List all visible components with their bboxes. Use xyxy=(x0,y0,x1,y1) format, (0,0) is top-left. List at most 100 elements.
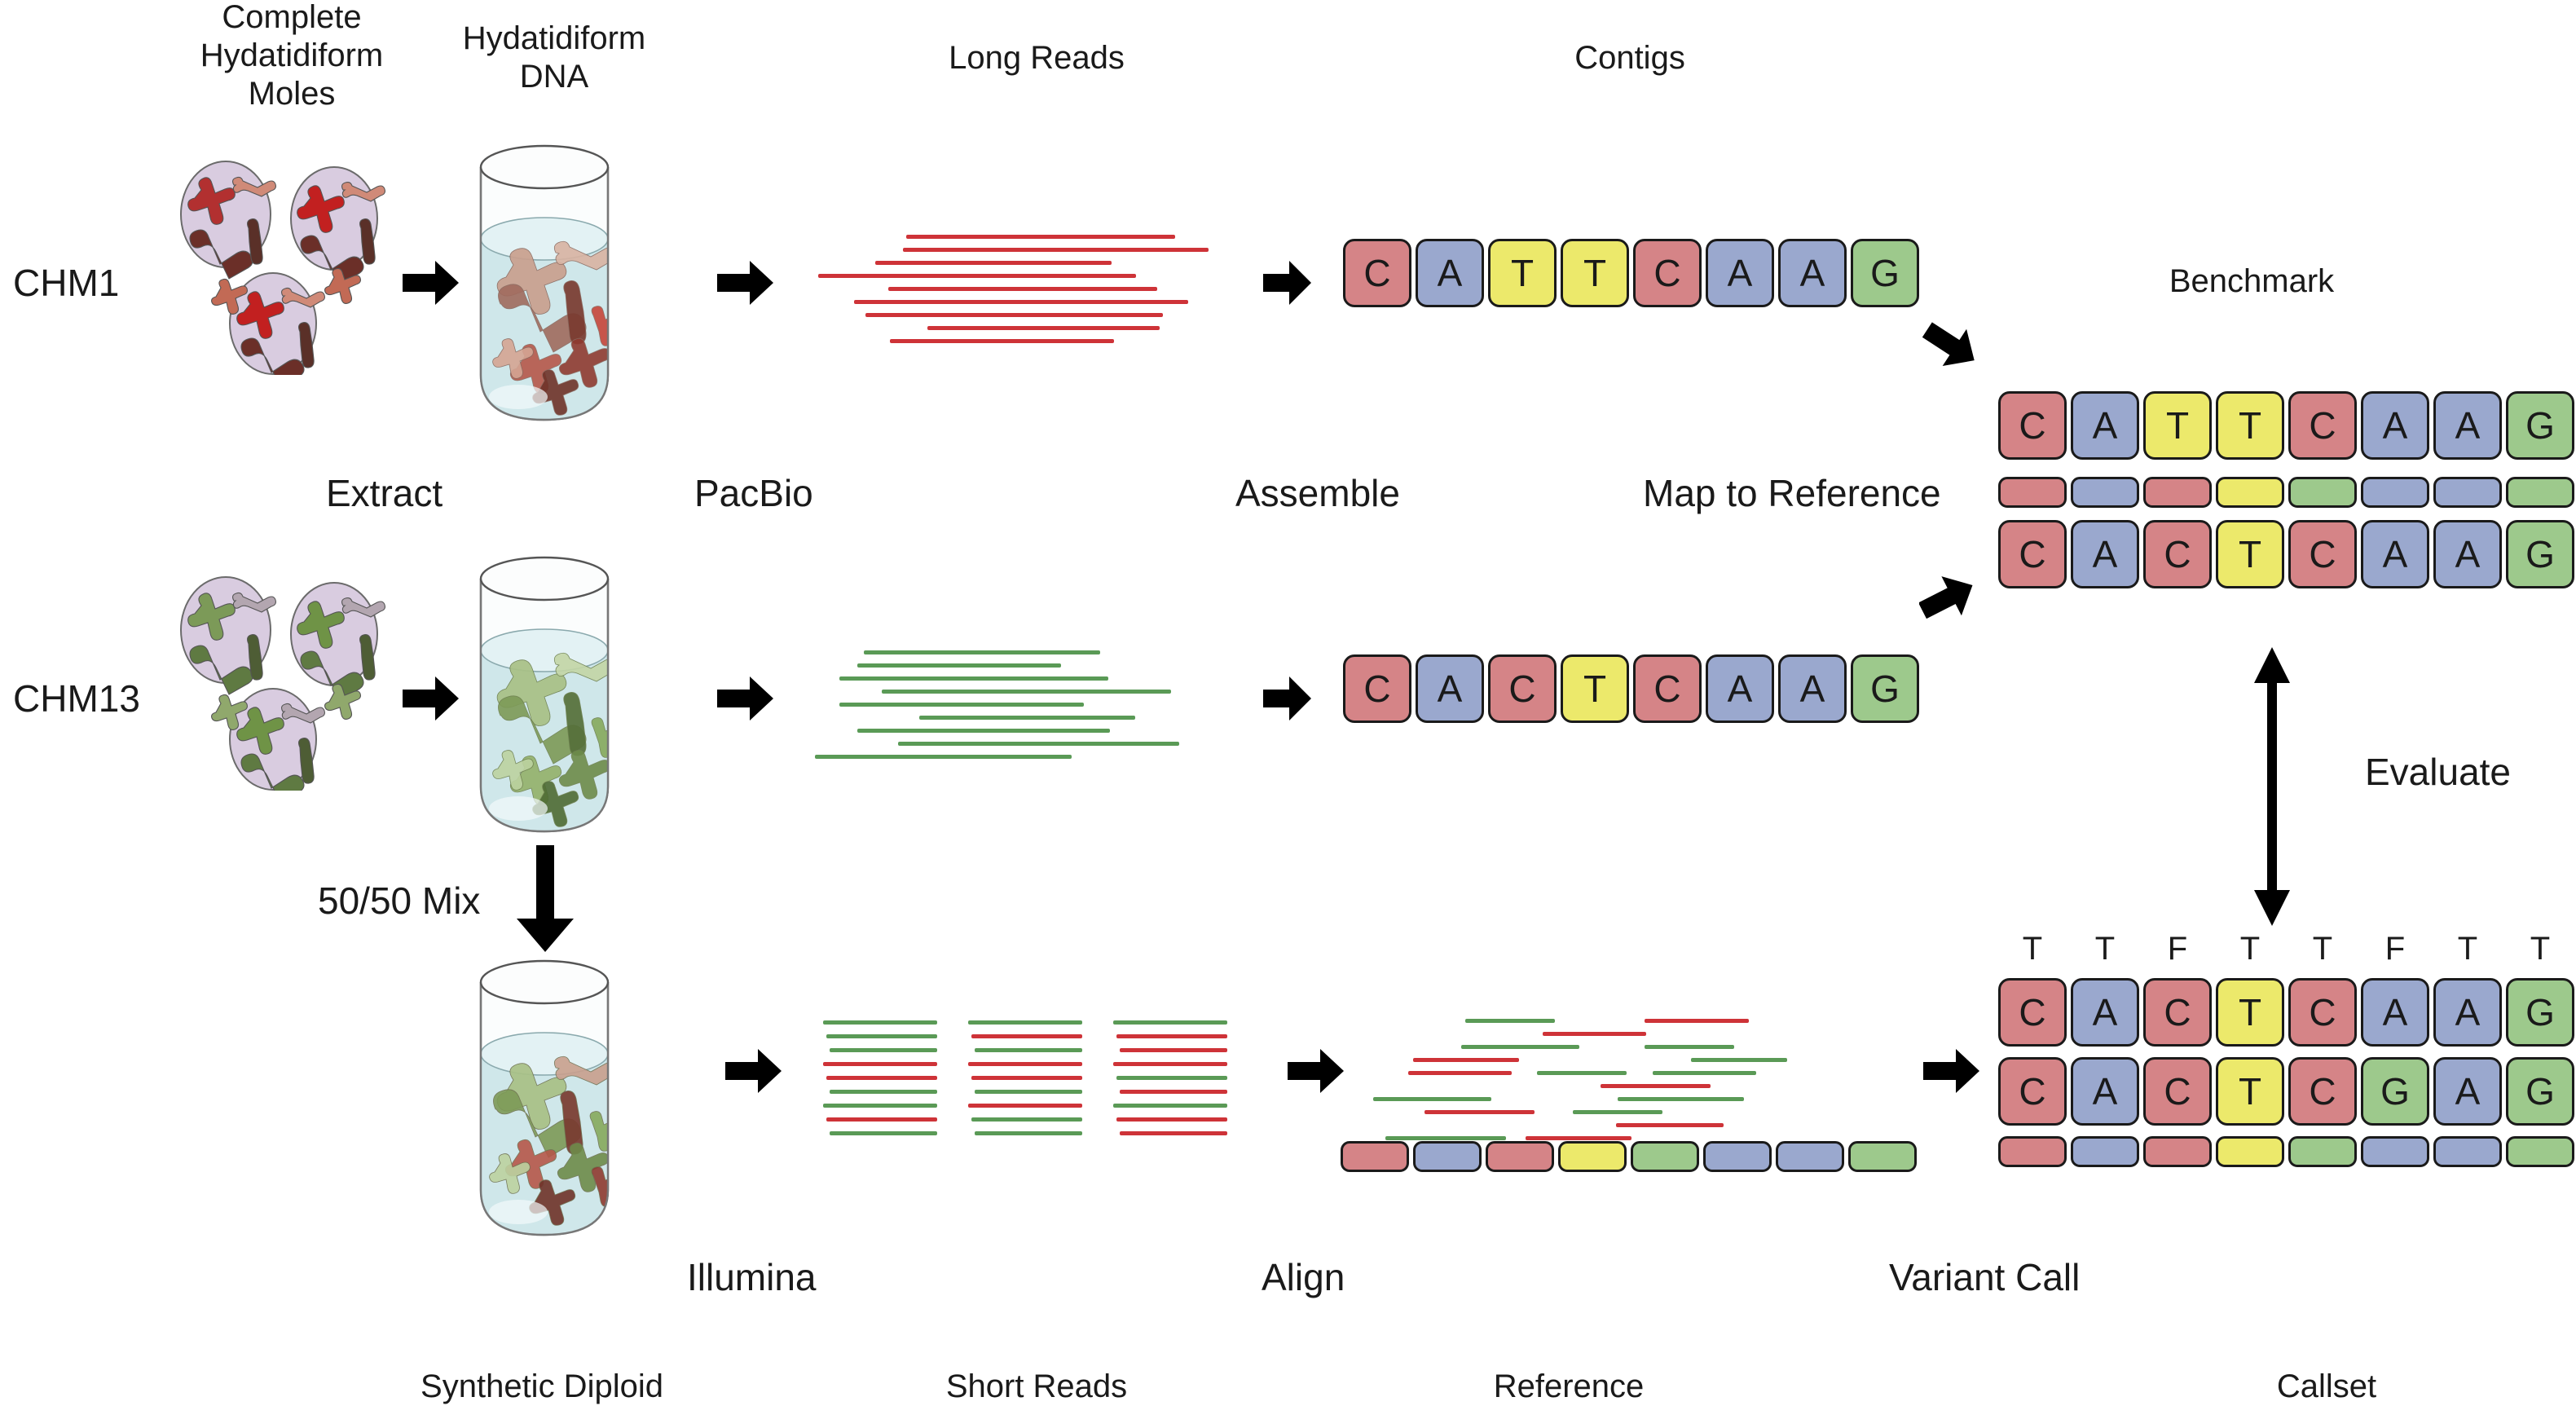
reference-block-t xyxy=(2216,1136,2284,1167)
reference-block-a xyxy=(2361,1136,2429,1167)
bottom-label-callset: Callset xyxy=(2276,1368,2377,1404)
read-line xyxy=(1425,1110,1535,1114)
read-line xyxy=(1461,1045,1579,1049)
read-line xyxy=(919,716,1135,720)
nucleotide-c: C xyxy=(1998,520,2067,588)
nucleotide-a: A xyxy=(1706,654,1774,723)
nucleotide-a: A xyxy=(2433,978,2502,1047)
read-line xyxy=(1601,1084,1711,1088)
nucleotide-a: A xyxy=(2433,1057,2502,1126)
read-line xyxy=(1645,1019,1749,1023)
header-benchmark: Benchmark xyxy=(2169,263,2335,299)
header-long-reads: Long Reads xyxy=(949,40,1125,76)
arrow-tube-to-long-reads-chm13 xyxy=(717,675,774,722)
process-label-assemble: Assemble xyxy=(1235,472,1400,514)
read-line xyxy=(830,1048,937,1052)
read-line xyxy=(1465,1019,1555,1023)
process-label-map-to-reference: Map to Reference xyxy=(1643,472,1941,514)
nucleotide-a: A xyxy=(2433,520,2502,588)
reference-block-t xyxy=(2216,477,2284,508)
arrow-contig-to-benchmark-chm13 xyxy=(1919,571,1980,632)
bottom-label-reference: Reference xyxy=(1493,1368,1645,1404)
callset-haplotype2-sequence: CACTCGAG xyxy=(1998,1057,2576,1126)
nucleotide-c: C xyxy=(1998,1057,2067,1126)
nucleotide-g: G xyxy=(2506,978,2574,1047)
align-reference-strip xyxy=(1341,1141,1921,1172)
nucleotide-a: A xyxy=(1706,239,1774,307)
read-line xyxy=(826,1034,937,1038)
arrow-align-to-variant-call xyxy=(1923,1047,1980,1095)
arrow-contig-to-benchmark-chm1 xyxy=(1919,318,1980,379)
reference-block-a xyxy=(2071,1136,2139,1167)
reference-block-t xyxy=(1558,1141,1627,1172)
header-dna-line2: DNA xyxy=(519,59,589,95)
nucleotide-g: G xyxy=(2506,1057,2574,1126)
nucleotide-t: T xyxy=(2216,978,2284,1047)
truth-label: F xyxy=(2384,931,2406,967)
callset-haplotype1-sequence: CACTCAAG xyxy=(1998,978,2576,1047)
chm1-contig-sequence: CATTCAAG xyxy=(1343,239,1923,307)
nucleotide-c: C xyxy=(1488,654,1557,723)
read-line xyxy=(1413,1058,1519,1062)
chm13-contig-sequence: CACTCAAG xyxy=(1343,654,1923,723)
read-line xyxy=(826,1117,937,1122)
read-line xyxy=(903,248,1209,252)
reference-block-c xyxy=(1998,477,2067,508)
nucleotide-g: G xyxy=(2361,1057,2429,1126)
read-line xyxy=(1113,1020,1227,1025)
nucleotide-t: T xyxy=(1561,654,1629,723)
reference-block-a xyxy=(1413,1141,1482,1172)
reference-block-a xyxy=(2433,1136,2502,1167)
workflow-diagram: Complete Hydatidiform Moles Hydatidiform… xyxy=(0,0,2576,1419)
process-label-variant-call: Variant Call xyxy=(1889,1256,2081,1298)
arrow-long-reads-to-contig-chm13 xyxy=(1263,675,1312,722)
read-line xyxy=(971,1076,1082,1080)
process-label-evaluate: Evaluate xyxy=(2365,751,2512,793)
header-moles-line2: Hydatidiform xyxy=(200,37,384,74)
nucleotide-c: C xyxy=(2288,978,2357,1047)
read-line xyxy=(857,729,1110,733)
read-line xyxy=(1385,1136,1506,1140)
read-line xyxy=(975,1131,1082,1135)
read-line xyxy=(888,287,1157,291)
nucleotide-c: C xyxy=(1343,239,1411,307)
header-hydatidiform-dna: Hydatidiform DNA xyxy=(416,20,693,96)
nucleotide-t: T xyxy=(1561,239,1629,307)
nucleotide-c: C xyxy=(2288,520,2357,588)
reference-block-c xyxy=(1998,1136,2067,1167)
reference-block-c xyxy=(1486,1141,1554,1172)
nucleotide-t: T xyxy=(2216,520,2284,588)
truth-label: T xyxy=(2094,931,2116,967)
row-label-chm13: CHM13 xyxy=(13,677,140,720)
read-line xyxy=(1573,1110,1662,1114)
truth-label: T xyxy=(2457,931,2478,967)
read-line xyxy=(1691,1058,1787,1062)
process-label-align: Align xyxy=(1262,1256,1345,1298)
process-label-pacbio: PacBio xyxy=(694,472,813,514)
nucleotide-a: A xyxy=(2071,391,2139,460)
header-moles-line1: Complete xyxy=(222,0,362,35)
read-line xyxy=(830,1090,937,1094)
nucleotide-a: A xyxy=(2071,1057,2139,1126)
process-label-extract: Extract xyxy=(326,472,443,514)
callset-reference-strip xyxy=(1998,1136,2576,1167)
read-line xyxy=(823,1104,937,1108)
read-line xyxy=(854,300,1188,304)
nucleotide-c: C xyxy=(1998,978,2067,1047)
read-line xyxy=(927,326,1160,330)
reference-block-g xyxy=(1631,1141,1699,1172)
read-line xyxy=(1113,1104,1227,1108)
header-moles-line3: Moles xyxy=(248,76,336,112)
read-line xyxy=(815,755,1072,759)
reference-block-g xyxy=(2506,1136,2574,1167)
read-line xyxy=(1408,1071,1512,1075)
chm1-long-reads-lines xyxy=(807,227,1231,357)
benchmark-reference-strip xyxy=(1998,477,2576,508)
read-line xyxy=(865,313,1163,317)
read-line xyxy=(975,1048,1082,1052)
truth-label: T xyxy=(2022,931,2043,967)
reference-block-c xyxy=(2143,1136,2212,1167)
reference-block-a xyxy=(2433,477,2502,508)
short-reads-lines xyxy=(823,1020,1247,1151)
nucleotide-a: A xyxy=(2361,391,2429,460)
